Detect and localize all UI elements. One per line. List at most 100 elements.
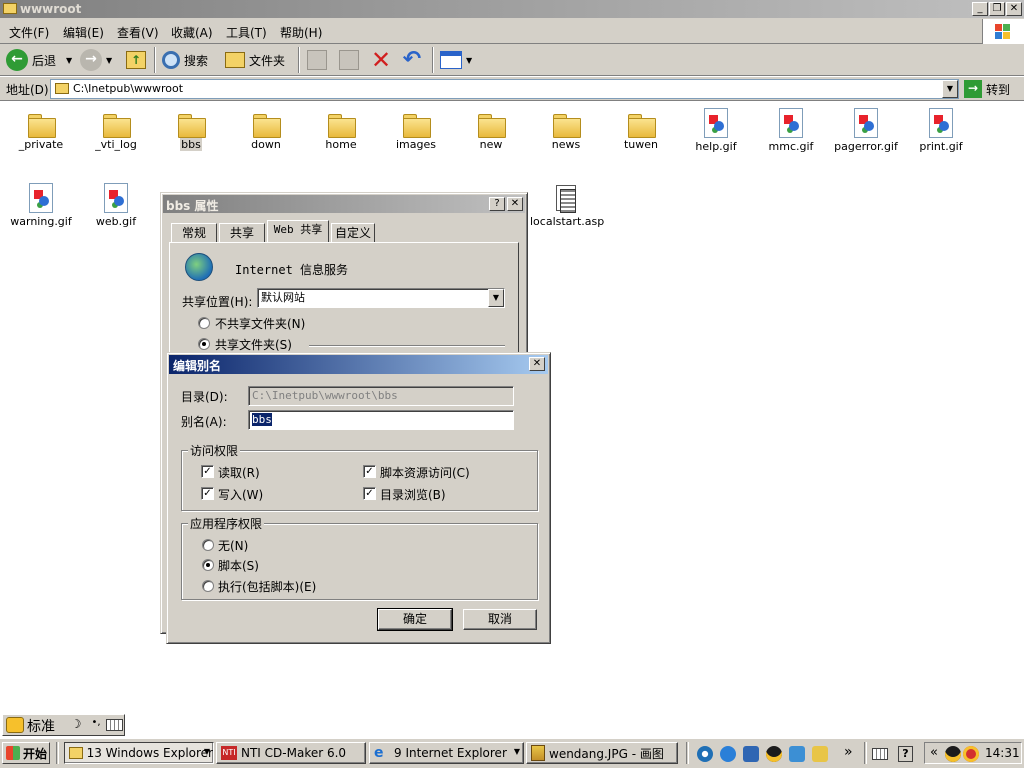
properties-title: bbs 属性: [166, 199, 219, 213]
menu-view[interactable]: 查看(V): [117, 24, 159, 42]
alias-input[interactable]: bbs: [248, 410, 514, 430]
address-dropdown-button[interactable]: ▼: [942, 80, 958, 98]
antivirus-icon[interactable]: [963, 746, 979, 762]
close-button[interactable]: ✕: [1006, 2, 1022, 16]
go-button[interactable]: → 转到: [964, 79, 1020, 99]
write-label: 写入(W): [218, 488, 264, 502]
file-item-mmc-gif[interactable]: mmc.gif: [754, 108, 828, 153]
alias-title: 编辑别名: [173, 359, 222, 373]
network-icon[interactable]: [789, 746, 805, 762]
start-label: 开始: [23, 746, 48, 761]
menu-edit[interactable]: 编辑(E): [63, 24, 104, 42]
copy-to-button[interactable]: [339, 46, 359, 74]
write-checkbox[interactable]: ✓: [201, 487, 214, 500]
share-location-value: 默认网站: [261, 291, 305, 304]
read-label: 读取(R): [218, 466, 260, 480]
file-item-bbs[interactable]: bbs: [154, 112, 228, 151]
file-item-news[interactable]: news: [529, 112, 603, 151]
keyboard-icon[interactable]: [872, 748, 888, 760]
none-radio[interactable]: [202, 539, 214, 551]
media-player-icon[interactable]: [697, 746, 713, 762]
chevron-down-icon[interactable]: ▼: [488, 289, 504, 307]
help-icon[interactable]: ?: [898, 746, 913, 762]
qq-icon[interactable]: [766, 746, 782, 762]
tab-customize[interactable]: 自定义: [331, 223, 375, 243]
close-button[interactable]: ✕: [529, 357, 545, 371]
tab-general[interactable]: 常规: [171, 223, 217, 243]
file-item-tuwen[interactable]: tuwen: [604, 112, 678, 151]
scripts-radio[interactable]: [202, 559, 214, 571]
views-button[interactable]: ▼: [440, 46, 472, 74]
file-item-pagerror-gif[interactable]: pagerror.gif: [829, 108, 903, 153]
no-share-radio[interactable]: [198, 317, 210, 329]
outlook-icon[interactable]: [743, 746, 759, 762]
script-access-label: 脚本资源访问(C): [380, 466, 470, 480]
delete-button[interactable]: ✕: [370, 46, 392, 74]
tab-web-sharing[interactable]: Web 共享: [267, 220, 329, 243]
file-item-vti-log[interactable]: _vti_log: [79, 112, 153, 151]
file-item-new[interactable]: new: [454, 112, 528, 151]
folders-button[interactable]: 文件夹: [225, 46, 285, 74]
execute-radio[interactable]: [202, 580, 214, 592]
file-item-warning-gif[interactable]: warning.gif: [4, 183, 78, 228]
file-item-print-gif[interactable]: print.gif: [904, 108, 978, 153]
address-input[interactable]: C:\Inetpub\wwwroot ▼: [50, 79, 959, 99]
tray-expand-icon[interactable]: «: [930, 745, 938, 760]
file-item-localstart-asp[interactable]: localstart.asp: [529, 183, 604, 228]
back-button[interactable]: ← 后退 ▼: [6, 46, 72, 74]
ime-logo-icon[interactable]: [6, 717, 24, 733]
undo-button[interactable]: ↶: [401, 46, 423, 74]
chevron-down-icon: ▼: [466, 55, 473, 65]
tab-sharing[interactable]: 共享: [219, 223, 265, 243]
file-item-private[interactable]: _private: [4, 112, 78, 151]
share-location-select[interactable]: 默认网站 ▼: [257, 288, 505, 308]
start-button[interactable]: 开始: [2, 742, 50, 764]
file-item-home[interactable]: home: [304, 112, 378, 151]
search-button[interactable]: 搜索: [162, 46, 208, 74]
help-button[interactable]: ?: [489, 197, 505, 211]
paint-icon: [531, 745, 545, 761]
forward-button[interactable]: → ▼: [80, 46, 112, 74]
ie-quicklaunch-icon[interactable]: [720, 746, 736, 762]
half-width-icon[interactable]: ☽: [67, 717, 85, 733]
quicklaunch-more-icon[interactable]: »: [844, 744, 853, 760]
ok-button[interactable]: 确定: [377, 608, 453, 631]
task-internet-explorer[interactable]: e 9 Internet Explorer ▼: [369, 742, 524, 764]
search-label: 搜索: [184, 53, 209, 68]
share-radio[interactable]: [198, 338, 210, 350]
menu-help[interactable]: 帮助(H): [280, 24, 322, 42]
app-launcher-icon[interactable]: [812, 746, 828, 762]
file-item-images[interactable]: images: [379, 112, 453, 151]
cancel-label: 取消: [487, 612, 512, 626]
soft-keyboard-icon[interactable]: [106, 719, 123, 731]
up-folder-button[interactable]: ↑: [126, 46, 146, 74]
no-share-label: 不共享文件夹(N): [215, 317, 306, 331]
read-checkbox[interactable]: ✓: [201, 465, 214, 478]
punctuation-icon[interactable]: •,: [87, 717, 105, 733]
task-paint[interactable]: wendang.JPG - 画图: [526, 742, 678, 764]
qq-tray-icon[interactable]: [945, 746, 961, 762]
file-item-help-gif[interactable]: help.gif: [679, 108, 753, 153]
file-item-down[interactable]: down: [229, 112, 303, 151]
file-label: down: [251, 138, 281, 151]
menu-file[interactable]: 文件(F): [9, 24, 49, 42]
directory-label: 目录(D):: [181, 390, 228, 404]
folder-icon: [627, 112, 656, 138]
menu-tools[interactable]: 工具(T): [226, 24, 267, 42]
script-access-checkbox[interactable]: ✓: [363, 465, 376, 478]
task-windows-explorer[interactable]: 13 Windows Explorer ▼: [64, 742, 214, 764]
task-label: 9 Internet Explorer: [394, 746, 507, 760]
move-to-button[interactable]: [307, 46, 327, 74]
directory-browsing-checkbox[interactable]: ✓: [363, 487, 376, 500]
ime-mode-label[interactable]: 标准: [27, 716, 55, 736]
window-title: wwwroot: [20, 2, 82, 16]
minimize-button[interactable]: _: [972, 2, 988, 16]
restore-button[interactable]: ❐: [989, 2, 1005, 16]
directory-browsing-label: 目录浏览(B): [380, 488, 446, 502]
file-item-web-gif[interactable]: web.gif: [79, 183, 153, 228]
views-icon: [440, 51, 462, 69]
cancel-button[interactable]: 取消: [463, 609, 537, 630]
close-button[interactable]: ✕: [507, 197, 523, 211]
task-nti-cd-maker[interactable]: NTI NTI CD-Maker 6.0: [216, 742, 366, 764]
menu-favorites[interactable]: 收藏(A): [171, 24, 213, 42]
